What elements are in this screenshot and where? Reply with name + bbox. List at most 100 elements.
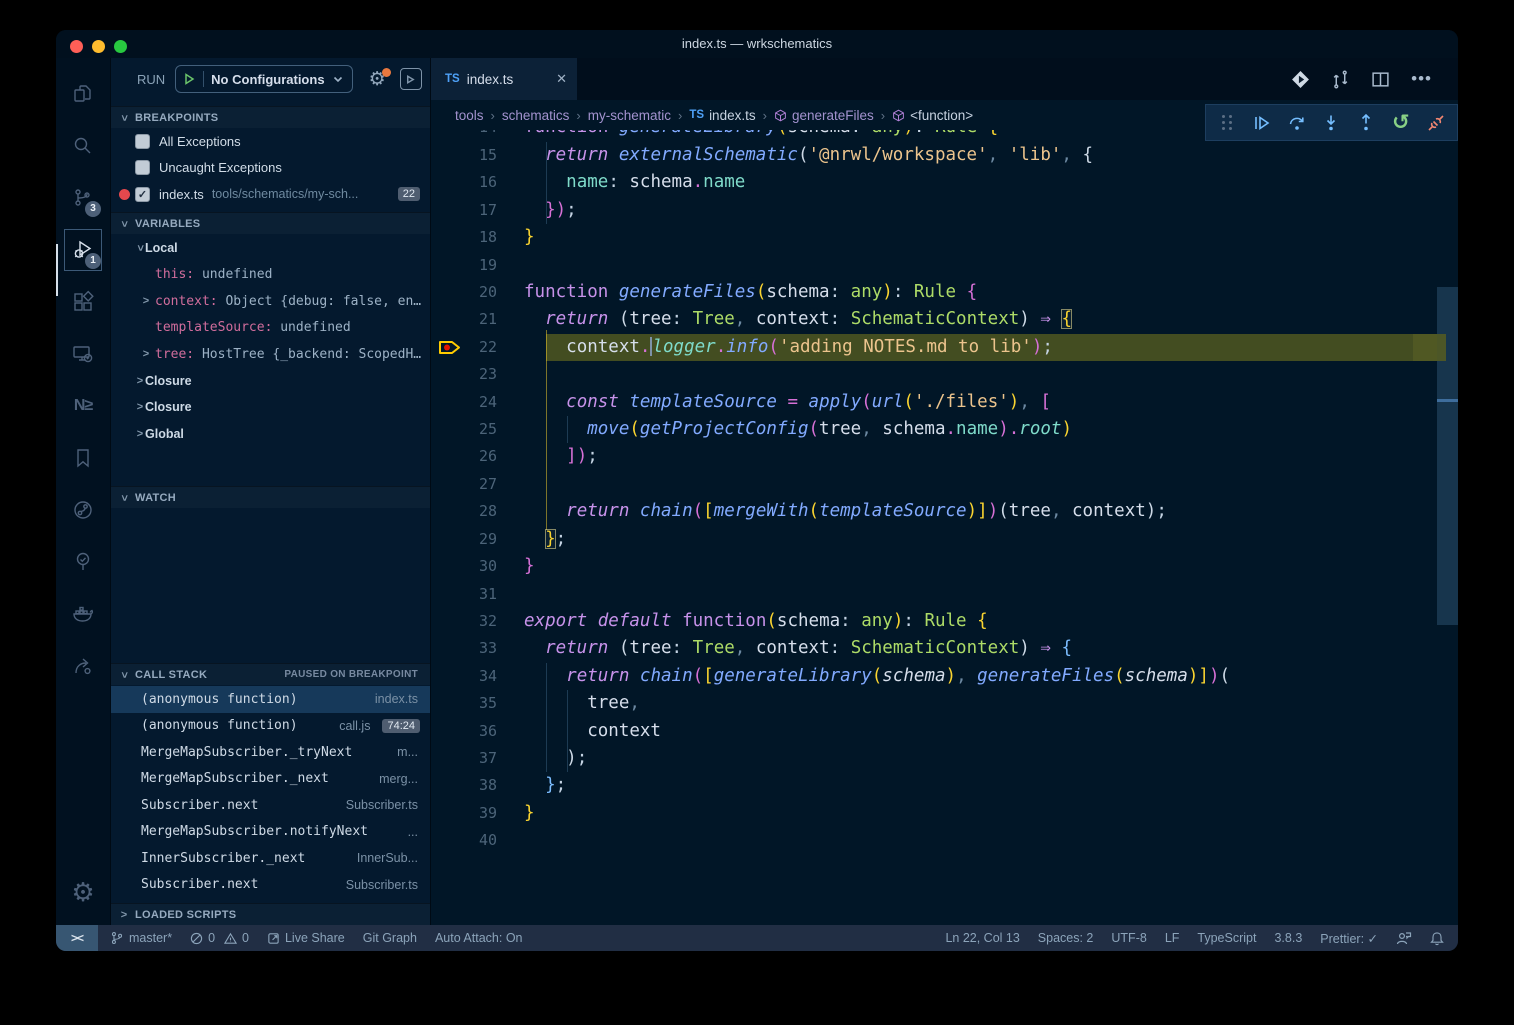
line-number[interactable]: 29 [431,526,497,553]
continue-button[interactable] [1248,109,1276,137]
code-area[interactable]: 14function generateLibrary(schema: any):… [431,58,1458,925]
code-line[interactable]: 40 [431,827,1437,854]
remote-indicator[interactable]: >< [56,925,98,951]
variable-row[interactable]: >tree: HostTree {_backend: ScopedH… [111,341,430,368]
line-number[interactable]: 26 [431,443,497,470]
variable-row[interactable]: >Global [111,421,430,448]
line-number[interactable]: 30 [431,553,497,580]
line-number[interactable]: 28 [431,498,497,525]
chevron-icon[interactable]: > [135,428,145,440]
call-stack-frame[interactable]: (anonymous function)call.js74:24 [111,713,430,740]
call-stack-frame[interactable]: (anonymous function)index.ts [111,686,430,713]
breadcrumb-item[interactable]: tools [455,108,484,123]
variable-row[interactable]: >Closure [111,368,430,395]
code-line[interactable]: 35 tree, [431,690,1437,717]
step-over-button[interactable] [1283,109,1311,137]
breakpoints-section-header[interactable]: > BREAKPOINTS [111,106,430,128]
code-line[interactable]: 18} [431,224,1437,251]
eol-status[interactable]: LF [1165,931,1180,945]
line-number[interactable]: 37 [431,745,497,772]
line-number[interactable]: 15 [431,142,497,169]
line-number[interactable]: 16 [431,169,497,196]
breadcrumb-item[interactable]: my-schematic [588,108,671,123]
chevron-icon[interactable]: > [134,243,146,253]
code-line[interactable]: 37 ); [431,745,1437,772]
code-line[interactable]: 32export default function(schema: any): … [431,608,1437,635]
watch-section-header[interactable]: > WATCH [111,486,430,508]
run-and-debug-icon[interactable]: 1 [59,224,107,276]
source-control-icon[interactable]: 3 [59,172,107,224]
line-number[interactable]: 25 [431,416,497,443]
code-line[interactable]: 39} [431,800,1437,827]
close-tab-icon[interactable]: ✕ [556,71,567,87]
disconnect-button[interactable] [1422,109,1450,137]
breakpoint-checkbox[interactable]: ✓ [135,187,150,202]
chevron-icon[interactable]: > [135,375,145,387]
encoding-status[interactable]: UTF-8 [1111,931,1146,945]
variable-row[interactable]: >Closure [111,394,430,421]
breadcrumb-item[interactable]: schematics [502,108,570,123]
call-stack-frame[interactable]: Subscriber.nextSubscriber.ts [111,792,430,819]
git-graph-status[interactable]: Git Graph [363,931,417,945]
drag-handle[interactable] [1213,109,1241,137]
editor-scrollbar[interactable] [1437,58,1458,925]
debug-console-icon[interactable] [400,68,422,90]
auto-attach-status[interactable]: Auto Attach: On [435,931,523,945]
breakpoint-list-item[interactable]: Uncaught Exceptions [111,155,430,182]
code-line[interactable]: 29 }; [431,526,1437,553]
format-document-icon[interactable] [1291,70,1310,89]
line-number[interactable]: 40 [431,827,497,854]
variables-section-header[interactable]: > VARIABLES [111,212,430,234]
language-mode-status[interactable]: TypeScript [1197,931,1256,945]
breakpoint-checkbox[interactable] [135,160,150,175]
variable-row[interactable]: >context: Object {debug: false, en… [111,288,430,315]
loaded-scripts-section-header[interactable]: > LOADED SCRIPTS [111,903,430,925]
code-line[interactable]: 19 [431,252,1437,279]
code-line[interactable]: 22 context.logger.info('adding NOTES.md … [431,334,1437,361]
code-line[interactable]: 25 move(getProjectConfig(tree, schema.na… [431,416,1437,443]
line-number[interactable]: 19 [431,252,497,279]
cursor-position-status[interactable]: Ln 22, Col 13 [945,931,1019,945]
test-explorer-icon[interactable] [59,536,107,588]
line-number[interactable]: 17 [431,197,497,224]
code-line[interactable]: 33 return (tree: Tree, context: Schemati… [431,635,1437,662]
line-number[interactable]: 33 [431,635,497,662]
variable-row[interactable]: >Local [111,235,430,262]
typescript-version-status[interactable]: 3.8.3 [1274,931,1302,945]
debug-settings-gear-icon[interactable]: ⚙ [369,70,386,89]
step-into-button[interactable] [1317,109,1345,137]
line-number[interactable]: 36 [431,718,497,745]
breadcrumb-item[interactable]: TSindex.ts [689,108,755,123]
line-number[interactable]: 31 [431,581,497,608]
code-line[interactable]: 26 ]); [431,443,1437,470]
tab-index-ts[interactable]: TS index.ts ✕ [431,58,577,100]
breadcrumb-item[interactable]: <function> [892,108,973,123]
call-stack-frame[interactable]: InnerSubscriber._nextInnerSub... [111,845,430,872]
bookmarks-icon[interactable] [59,432,107,484]
code-line[interactable]: 16 name: schema.name [431,169,1437,196]
call-stack-frame[interactable]: Subscriber.nextSubscriber.ts [111,872,430,899]
line-number[interactable]: 24 [431,389,497,416]
live-share-icon[interactable] [59,640,107,692]
indentation-status[interactable]: Spaces: 2 [1038,931,1094,945]
breadcrumb-item[interactable]: generateFiles [774,108,874,123]
line-number[interactable]: 18 [431,224,497,251]
split-editor-icon[interactable] [1371,70,1390,89]
notifications-bell-icon[interactable] [1430,931,1444,946]
code-line[interactable]: 15 return externalSchematic('@nrwl/works… [431,142,1437,169]
nx-console-icon[interactable]: N≥ [59,380,107,432]
code-line[interactable]: 17 }); [431,197,1437,224]
chevron-icon[interactable]: > [141,295,151,307]
code-line[interactable]: 21 return (tree: Tree, context: Schemati… [431,306,1437,333]
line-number[interactable]: 27 [431,471,497,498]
variable-row[interactable]: templateSource: undefined [111,315,430,342]
code-line[interactable]: 20function generateFiles(schema: any): R… [431,279,1437,306]
chevron-icon[interactable]: > [135,401,145,413]
breakpoint-checkbox[interactable] [135,134,150,149]
prettier-status[interactable]: Prettier: ✓ [1320,931,1378,946]
call-stack-section-header[interactable]: > CALL STACK PAUSED ON BREAKPOINT [111,663,430,685]
code-line[interactable]: 31 [431,581,1437,608]
start-debug-icon[interactable] [182,72,196,86]
explorer-icon[interactable] [59,68,107,120]
problems-status[interactable]: 0 0 [190,931,249,945]
